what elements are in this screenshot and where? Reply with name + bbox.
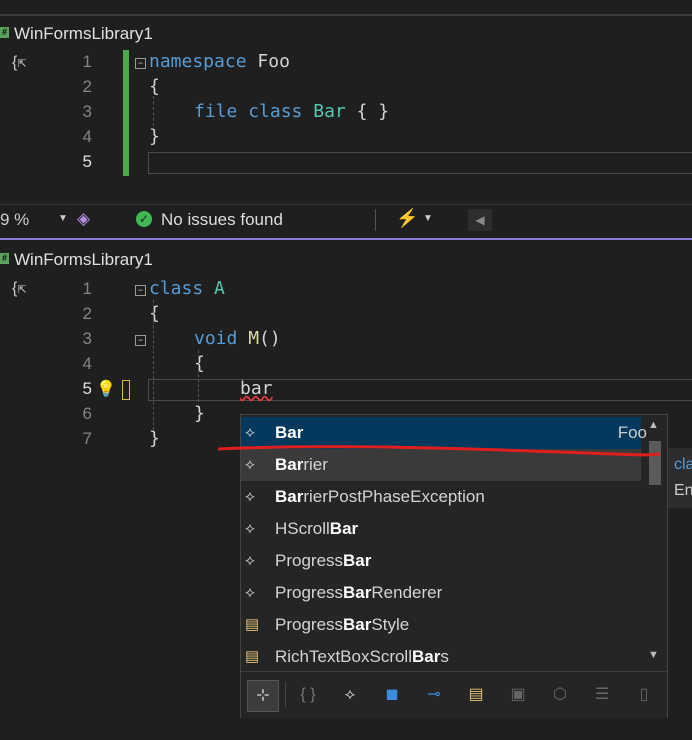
red-annotation-line — [217, 445, 661, 457]
